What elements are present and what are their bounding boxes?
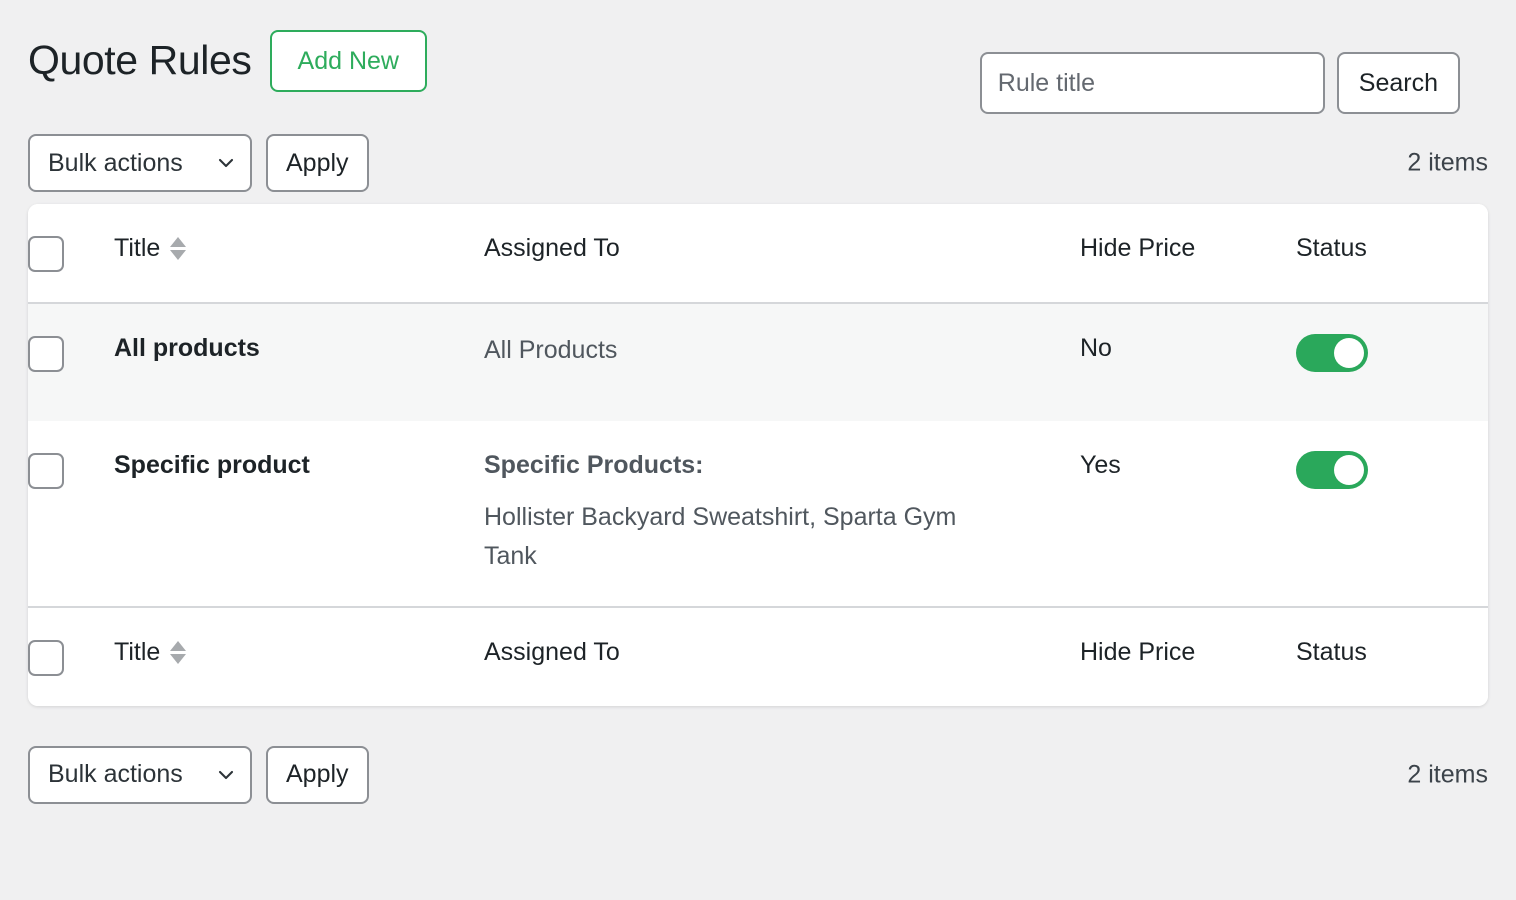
quote-rules-table: Title Assigned To Hide Price Status All … — [28, 204, 1488, 706]
tablenav-bottom: Bulk actions Apply 2 items — [28, 734, 1488, 816]
assigned-value-0: All Products — [484, 336, 618, 364]
assigned-value-1: Hollister Backyard Sweatshirt, Sparta Gy… — [484, 503, 957, 570]
title-group: Quote Rules Add New — [28, 30, 427, 92]
column-footer-title-label: Title — [114, 637, 161, 666]
search-button[interactable]: Search — [1336, 52, 1460, 114]
search-group: Search — [979, 52, 1460, 114]
column-footer-assigned-to: Assigned To — [484, 605, 1080, 706]
rule-title-link-1[interactable]: Specific product — [114, 451, 310, 479]
column-header-title-label: Title — [114, 234, 161, 262]
assigned-label-1: Specific Products: — [484, 451, 704, 479]
chevron-down-icon — [218, 767, 234, 783]
table-body: All products All Products No Specific pr… — [28, 303, 1488, 607]
select-all-checkbox-top[interactable] — [28, 236, 64, 272]
row-hide-price-cell: Yes — [1080, 421, 1296, 607]
row-status-cell — [1296, 303, 1488, 421]
row-assigned-cell: All Products — [484, 303, 1080, 421]
row-title-cell: Specific product — [114, 421, 484, 607]
tablenav-top: Bulk actions Apply 2 items — [28, 122, 1488, 204]
row-checkbox-1[interactable] — [28, 453, 64, 489]
status-toggle-0[interactable] — [1296, 334, 1368, 372]
table-footer-row: Title Assigned To Hide Price Status — [28, 605, 1488, 706]
page-header: Quote Rules Add New Search — [28, 0, 1488, 122]
hide-price-value-1: Yes — [1080, 451, 1121, 479]
column-header-status: Status — [1296, 204, 1488, 304]
sort-arrows-icon[interactable] — [170, 640, 187, 664]
select-all-footer — [28, 605, 114, 706]
table-header-row: Title Assigned To Hide Price Status — [28, 204, 1488, 304]
page-title: Quote Rules — [28, 37, 252, 84]
row-status-cell — [1296, 421, 1488, 607]
rule-title-link-0[interactable]: All products — [114, 334, 260, 362]
items-count-top: 2 items — [1407, 148, 1488, 177]
select-all-checkbox-bottom[interactable] — [28, 639, 64, 676]
column-header-hide-price: Hide Price — [1080, 204, 1296, 304]
quote-rules-table-card: Title Assigned To Hide Price Status All … — [28, 204, 1488, 706]
apply-button-bottom[interactable]: Apply — [266, 745, 369, 804]
table-footer: Title Assigned To Hide Price Status — [28, 605, 1488, 706]
row-hide-price-cell: No — [1080, 303, 1296, 421]
column-footer-status: Status — [1296, 605, 1488, 706]
column-header-title[interactable]: Title — [114, 204, 484, 304]
column-footer-hide-price: Hide Price — [1080, 605, 1296, 706]
add-new-button[interactable]: Add New — [269, 30, 427, 92]
apply-button-top[interactable]: Apply — [266, 134, 369, 192]
bulk-actions-label-bottom: Bulk actions — [48, 760, 183, 788]
row-select-cell — [28, 421, 114, 607]
items-count-bottom: 2 items — [1407, 760, 1488, 788]
quote-rules-page: Quote Rules Add New Search Bulk actions … — [0, 0, 1516, 900]
bulk-actions-label-top: Bulk actions — [48, 148, 183, 177]
column-footer-title[interactable]: Title — [114, 605, 484, 706]
row-title-cell: All products — [114, 303, 484, 421]
hide-price-value-0: No — [1080, 334, 1112, 362]
bulk-actions-select-top[interactable]: Bulk actions — [28, 134, 252, 192]
table-row: All products All Products No — [28, 303, 1488, 421]
status-toggle-1[interactable] — [1296, 451, 1368, 489]
table-row: Specific product Specific Products: Holl… — [28, 421, 1488, 607]
column-header-assigned-to: Assigned To — [484, 204, 1080, 304]
sort-arrows-icon[interactable] — [170, 237, 187, 260]
table-header: Title Assigned To Hide Price Status — [28, 204, 1488, 304]
row-select-cell — [28, 303, 114, 421]
row-checkbox-0[interactable] — [28, 336, 64, 372]
status-toggle-knob-0 — [1334, 338, 1364, 368]
chevron-down-icon — [218, 155, 234, 171]
bulk-actions-select-bottom[interactable]: Bulk actions — [28, 745, 252, 804]
search-input[interactable] — [979, 52, 1325, 114]
status-toggle-knob-1 — [1334, 455, 1364, 485]
select-all-header — [28, 204, 114, 304]
row-assigned-cell: Specific Products: Hollister Backyard Sw… — [484, 421, 1080, 607]
